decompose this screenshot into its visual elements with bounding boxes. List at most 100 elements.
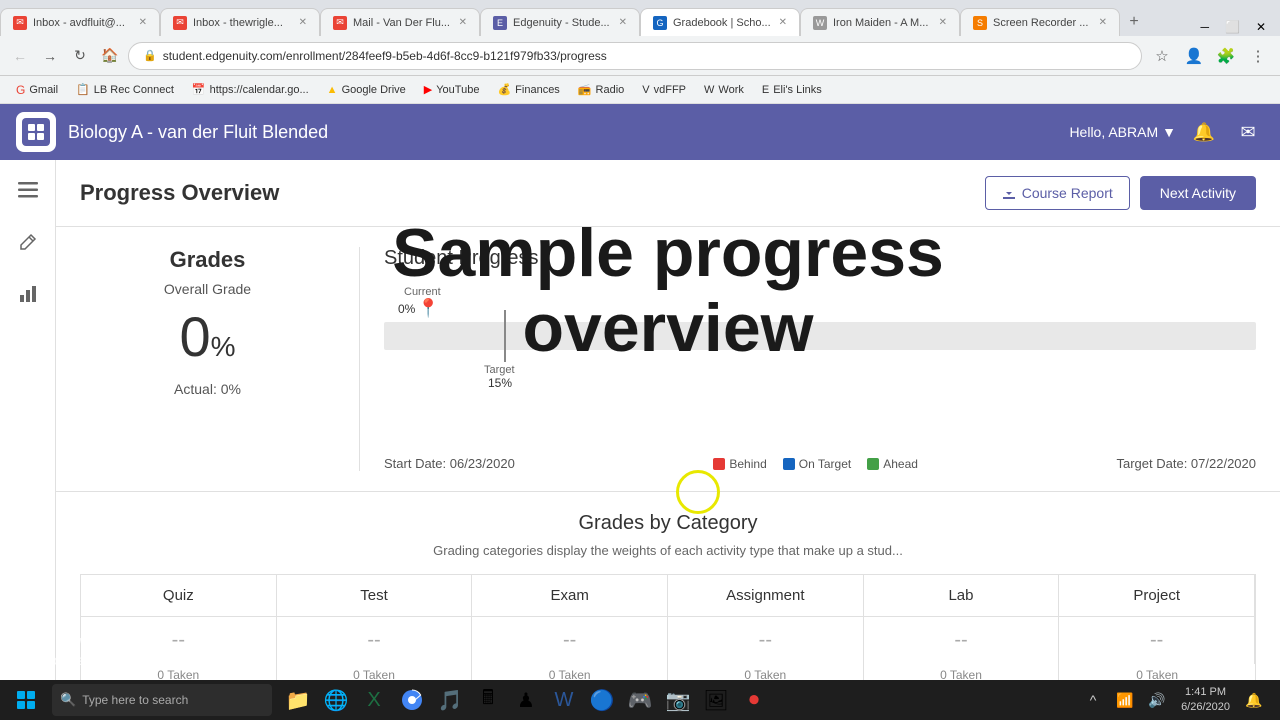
bookmark-star-icon[interactable]: ☆	[1148, 42, 1176, 70]
drive-favicon: ▲	[327, 84, 338, 96]
taskbar-steam[interactable]: ♟	[508, 682, 544, 718]
gmail-favicon: G	[16, 83, 25, 97]
tab-gradebook[interactable]: G Gradebook | Scho... ✕	[640, 8, 800, 36]
ahead-dot	[867, 458, 879, 470]
taskbar-chevron-icon[interactable]: ^	[1079, 686, 1107, 714]
photos-icon: 🖼	[703, 688, 728, 713]
minimize-button[interactable]: ─	[1194, 18, 1215, 36]
bookmark-calendar[interactable]: 📅 https://calendar.go...	[184, 81, 317, 98]
sidebar-item-edit[interactable]	[10, 224, 46, 260]
tab-label: Iron Maiden - A M...	[833, 17, 933, 29]
tab-close-icon[interactable]: ✕	[139, 17, 147, 28]
menu-icon[interactable]: ⋮	[1244, 42, 1272, 70]
screencast-watermark: RECORDED WITH SCREENCAST-O-MATIC	[12, 637, 171, 676]
bookmark-label: LB Rec Connect	[94, 84, 174, 96]
taskbar-word[interactable]: W	[546, 682, 582, 718]
mail-icon[interactable]: ✉	[1232, 116, 1264, 148]
student-progress-title: Student Progress	[384, 247, 1256, 270]
tab-gmail[interactable]: ✉ Inbox - avdfluit@... ✕	[0, 8, 160, 36]
taskbar-unknown2[interactable]: 🎮	[622, 682, 658, 718]
bookmark-gmail[interactable]: G Gmail	[8, 81, 66, 99]
taskbar-network-icon[interactable]: 📶	[1111, 686, 1139, 714]
taskbar-notification-icon[interactable]: 🔔	[1240, 686, 1268, 714]
taskbar-search[interactable]: 🔍 Type here to search	[52, 684, 272, 716]
sidebar-item-chart[interactable]	[10, 276, 46, 312]
target-value: 15%	[488, 376, 512, 390]
target-date: Target Date: 07/22/2020	[1117, 456, 1257, 471]
taskbar: 🔍 Type here to search 📁 🌐 X 🎵 🖩 ♟	[0, 680, 1280, 720]
tab-close-icon[interactable]: ✕	[299, 17, 307, 28]
bookmark-youtube[interactable]: ▶ YouTube	[416, 81, 488, 98]
maximize-button[interactable]: ⬜	[1219, 18, 1246, 36]
dates-legend: Start Date: 06/23/2020 Behind On Target	[384, 456, 1256, 471]
app-title: Biology A - van der Fluit Blended	[68, 122, 1069, 143]
calculator-icon: 🖩	[482, 683, 494, 717]
taskbar-right: ^ 📶 🔊 1:41 PM 6/26/2020 🔔	[1079, 685, 1276, 716]
target-label: Target	[484, 364, 515, 376]
course-report-button[interactable]: Course Report	[985, 176, 1130, 210]
taskbar-unknown1[interactable]: 🔵	[584, 682, 620, 718]
tab-close-icon[interactable]: ✕	[779, 17, 787, 28]
taskbar-time[interactable]: 1:41 PM 6/26/2020	[1175, 685, 1236, 716]
home-button[interactable]: 🏠	[98, 44, 122, 68]
bookmark-finances[interactable]: 💰 Finances	[489, 81, 567, 98]
taskbar-record[interactable]: ⏺	[736, 682, 772, 718]
profile-icon[interactable]: 👤	[1180, 42, 1208, 70]
new-tab-button[interactable]: +	[1120, 8, 1148, 36]
target-line	[504, 310, 506, 362]
tab-close-icon[interactable]: ✕	[1099, 17, 1107, 28]
bookmark-label: Eli's Links	[773, 84, 822, 96]
bookmark-lb-rec[interactable]: 📋 LB Rec Connect	[68, 81, 182, 98]
taskbar-file-explorer[interactable]: 📁	[280, 682, 316, 718]
lock-icon: 🔒	[143, 49, 157, 62]
taskbar-volume-icon[interactable]: 🔊	[1143, 686, 1171, 714]
bookmark-gdrive[interactable]: ▲ Google Drive	[319, 82, 414, 98]
extensions-icon[interactable]: 🧩	[1212, 42, 1240, 70]
taskbar-edge[interactable]: 🌐	[318, 682, 354, 718]
next-activity-button[interactable]: Next Activity	[1140, 176, 1256, 210]
reload-button[interactable]: ↻	[68, 44, 92, 68]
radio-favicon: 📻	[578, 83, 592, 96]
unknown-icon-2: 🎮	[628, 688, 653, 713]
bookmark-label: Finances	[515, 84, 560, 96]
bookmark-eli[interactable]: E Eli's Links	[754, 82, 830, 98]
excel-icon: X	[367, 689, 380, 712]
unknown-icon-1: 🔵	[590, 688, 615, 713]
user-greeting[interactable]: Hello, ABRAM ▼	[1069, 124, 1176, 140]
back-button[interactable]: ←	[8, 44, 32, 68]
taskbar-photos[interactable]: 🖼	[698, 682, 734, 718]
windows-start-button[interactable]	[4, 682, 48, 718]
app-logo-inner	[22, 118, 50, 146]
taskbar-chrome[interactable]	[394, 682, 430, 718]
dropdown-arrow-icon: ▼	[1162, 124, 1176, 140]
tab-close-icon[interactable]: ✕	[459, 17, 467, 28]
category-header-quiz: Quiz	[81, 575, 277, 617]
tab-close-icon[interactable]: ✕	[619, 17, 627, 28]
grades-section: Grades Overall Grade 0% Actual: 0%	[80, 247, 360, 471]
tab-iron-maiden[interactable]: W Iron Maiden - A M... ✕	[800, 8, 960, 36]
calendar-favicon: 📅	[192, 83, 206, 96]
taskbar-excel[interactable]: X	[356, 682, 392, 718]
forward-button[interactable]: →	[38, 44, 62, 68]
sidebar-item-menu[interactable]	[10, 172, 46, 208]
tab-label: Inbox - thewrigle...	[193, 17, 293, 29]
bookmark-radio[interactable]: 📻 Radio	[570, 81, 632, 98]
progress-chart-area: Current 0% 📍 Target 15%	[384, 286, 1256, 406]
tab-edgenuity[interactable]: E Edgenuity - Stude... ✕	[480, 8, 640, 36]
address-bar[interactable]: 🔒 student.edgenuity.com/enrollment/284fe…	[128, 42, 1142, 70]
taskbar-itunes[interactable]: 🎵	[432, 682, 468, 718]
taskbar-unknown3[interactable]: 📷	[660, 682, 696, 718]
tab-screen-recorder[interactable]: S Screen Recorder ... ✕	[960, 8, 1120, 36]
tab-mail[interactable]: ✉ Mail - Van Der Flu... ✕	[320, 8, 480, 36]
tab-gmail2[interactable]: ✉ Inbox - thewrigle... ✕	[160, 8, 320, 36]
notification-bell-icon[interactable]: 🔔	[1188, 116, 1220, 148]
app-logo	[16, 112, 56, 152]
close-browser-button[interactable]: ✕	[1250, 18, 1272, 36]
tab-close-icon[interactable]: ✕	[939, 17, 947, 28]
taskbar-calculator[interactable]: 🖩	[470, 682, 506, 718]
bookmark-vdffp[interactable]: V vdFFP	[634, 82, 694, 98]
on-target-dot	[783, 458, 795, 470]
legend-ahead: Ahead	[867, 457, 918, 471]
bookmark-work[interactable]: W Work	[696, 82, 752, 98]
content-area: Progress Overview Course Report Next Act…	[56, 160, 1280, 720]
